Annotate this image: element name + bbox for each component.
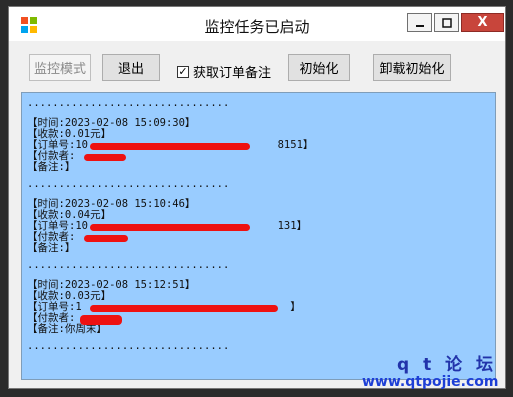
close-icon: X [477, 15, 488, 30]
minimize-icon [415, 24, 424, 27]
monitor-mode-button[interactable]: 监控模式 [29, 54, 91, 81]
init-button[interactable]: 初始化 [288, 54, 350, 81]
log-separator: ................................ [27, 259, 230, 271]
redaction-mark [90, 143, 250, 150]
maximize-icon [441, 17, 452, 28]
checkmark-icon: ✓ [177, 64, 189, 78]
redaction-mark [90, 305, 278, 312]
log-note: 【备注:你周末】 [27, 323, 107, 335]
log-note: 【备注:】 [27, 242, 76, 254]
log-separator: ................................ [27, 97, 230, 109]
get-order-note-label: 获取订单备注 [193, 66, 272, 81]
exit-button[interactable]: 退出 [102, 54, 160, 81]
redaction-mark [80, 315, 122, 325]
log-separator: ................................ [27, 340, 230, 352]
redaction-mark [90, 224, 250, 231]
uninstall-init-button[interactable]: 卸载初始化 [373, 54, 451, 81]
minimize-button[interactable] [407, 13, 432, 32]
get-order-note-checkbox[interactable]: ✓ 获取订单备注 [177, 62, 271, 81]
maximize-button[interactable] [434, 13, 459, 32]
watermark-url: www.qtpojie.com [362, 374, 499, 390]
log-separator: ................................ [27, 178, 230, 190]
app-window: 监控任务已启动 X 监控模式 退出 ✓ 获取订单备注 初始化 卸载初始化 ...… [8, 6, 506, 389]
log-note: 【备注:】 [27, 161, 76, 173]
redaction-mark [84, 235, 128, 242]
log-textarea[interactable]: ................................ 【时间:202… [21, 92, 496, 380]
close-button[interactable]: X [461, 13, 504, 32]
watermark-title: q t 论 坛 [397, 355, 498, 375]
title-bar[interactable]: 监控任务已启动 X [9, 7, 505, 41]
redaction-mark [84, 154, 126, 161]
